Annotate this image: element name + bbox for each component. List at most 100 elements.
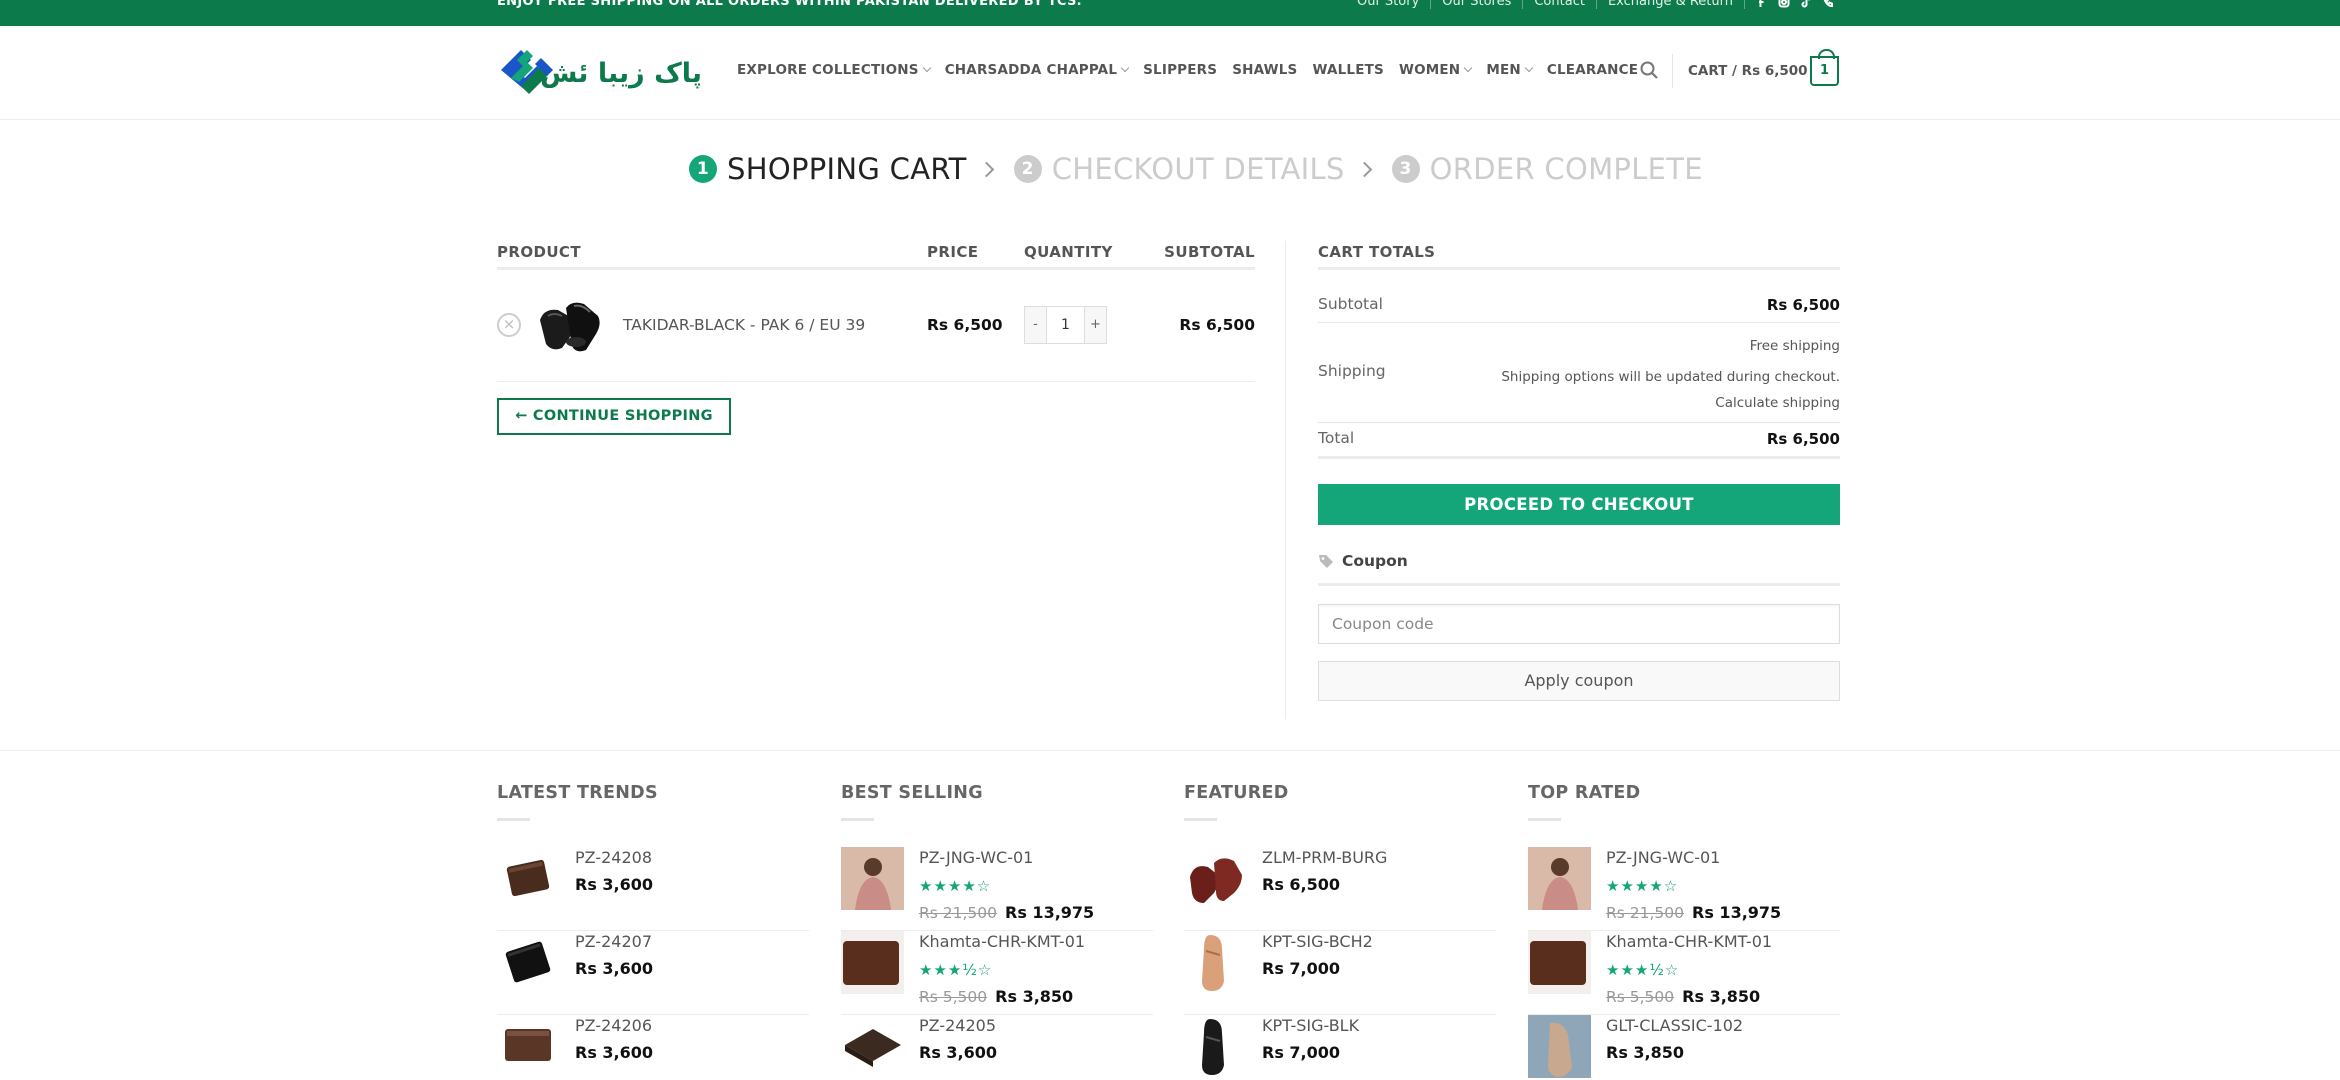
phone-icon[interactable] bbox=[1822, 0, 1834, 8]
list-item[interactable]: ZLM-PRM-BURG Rs 6,500 bbox=[1184, 847, 1496, 931]
product-thumbnail[interactable] bbox=[841, 931, 904, 994]
list-item[interactable]: KPT-SIG-BLK Rs 7,000 bbox=[1184, 1015, 1496, 1080]
product-name[interactable]: PZ-24207 bbox=[575, 932, 652, 951]
apply-coupon-button[interactable]: Apply coupon bbox=[1318, 661, 1840, 701]
list-item[interactable]: KPT-SIG-BCH2 Rs 7,000 bbox=[1184, 931, 1496, 1015]
product-thumbnail[interactable] bbox=[1528, 847, 1591, 910]
step-number: 1 bbox=[689, 155, 717, 183]
product-thumbnail[interactable] bbox=[497, 931, 560, 994]
product-name[interactable]: Khamta-CHR-KMT-01 bbox=[1606, 932, 1772, 951]
nav-slippers[interactable]: SLIPPERS bbox=[1143, 62, 1217, 78]
list-item[interactable]: Khamta-CHR-KMT-01 ★★★½☆ Rs 5,500 Rs 3,850 bbox=[841, 931, 1153, 1015]
nav-label: CHARSADDA CHAPPAL bbox=[944, 62, 1118, 78]
our-stores-link[interactable]: Our Stores bbox=[1442, 0, 1511, 9]
star-rating: ★★★½☆ bbox=[1606, 961, 1680, 979]
current-price: Rs 3,850 bbox=[995, 987, 1074, 1006]
product-name[interactable]: KPT-SIG-BLK bbox=[1262, 1016, 1359, 1035]
qty-decrease-button[interactable]: - bbox=[1024, 306, 1047, 344]
list-item[interactable]: PZ-24205 Rs 3,600 bbox=[841, 1015, 1153, 1080]
list-item[interactable]: Khamta-CHR-KMT-01 ★★★½☆ Rs 5,500 Rs 3,850 bbox=[1528, 931, 1840, 1015]
divider bbox=[1744, 0, 1745, 9]
list-item[interactable]: PZ-JNG-WC-01 ★★★★☆ Rs 21,500 Rs 13,975 bbox=[841, 847, 1153, 931]
qty-increase-button[interactable]: + bbox=[1084, 306, 1107, 344]
list-item[interactable]: PZ-24207 Rs 3,600 bbox=[497, 931, 809, 1015]
product-thumbnail[interactable] bbox=[1184, 931, 1247, 994]
instagram-icon[interactable] bbox=[1778, 0, 1790, 8]
product-name[interactable]: ZLM-PRM-BURG bbox=[1262, 848, 1387, 867]
product-price: Rs 3,850 bbox=[1606, 1043, 1684, 1062]
search-icon[interactable] bbox=[1639, 60, 1659, 80]
nav-clearance[interactable]: CLEARANCE bbox=[1547, 62, 1638, 78]
cart-link[interactable]: CART / Rs 6,500 bbox=[1688, 63, 1808, 79]
widget-top-rated: TOP RATED PZ-JNG-WC-01 ★★★★☆ Rs 21,500 Rs… bbox=[1528, 783, 1840, 1078]
product-name[interactable]: PZ-24205 bbox=[919, 1016, 996, 1035]
product-thumbnail[interactable] bbox=[1528, 931, 1591, 994]
nav-men[interactable]: MEN bbox=[1486, 62, 1534, 78]
column-header-subtotal: SUBTOTAL bbox=[1164, 243, 1255, 261]
site-header: پاک زیبا ئش EXPLORE COLLECTIONS CHARSADD… bbox=[0, 26, 2340, 120]
footer-widgets bbox=[0, 750, 2340, 1080]
list-item[interactable]: PZ-24208 Rs 3,600 bbox=[497, 847, 809, 931]
continue-shopping-button[interactable]: ← CONTINUE SHOPPING bbox=[497, 398, 731, 435]
product-name[interactable]: PZ-24208 bbox=[575, 848, 652, 867]
nav-charsadda-chappal[interactable]: CHARSADDA CHAPPAL bbox=[944, 62, 1130, 78]
list-item[interactable]: PZ-24206 Rs 3,600 bbox=[497, 1015, 809, 1080]
nav-shawls[interactable]: SHAWLS bbox=[1232, 62, 1297, 78]
product-name[interactable]: PZ-JNG-WC-01 bbox=[1606, 848, 1720, 867]
product-name[interactable]: PZ-JNG-WC-01 bbox=[919, 848, 1033, 867]
product-name[interactable]: GLT-CLASSIC-102 bbox=[1606, 1016, 1743, 1035]
product-price: Rs 21,500 Rs 13,975 bbox=[1606, 903, 1781, 922]
calculate-shipping-link[interactable]: Calculate shipping bbox=[1715, 395, 1840, 411]
product-thumbnail[interactable] bbox=[532, 290, 606, 362]
nav-explore-collections[interactable]: EXPLORE COLLECTIONS bbox=[737, 62, 931, 78]
product-thumbnail[interactable] bbox=[841, 847, 904, 910]
divider bbox=[1522, 0, 1524, 9]
product-name[interactable]: KPT-SIG-BCH2 bbox=[1262, 932, 1373, 951]
product-thumbnail[interactable] bbox=[497, 847, 560, 910]
old-price: Rs 5,500 bbox=[1606, 988, 1675, 1006]
our-story-link[interactable]: Our Story bbox=[1357, 0, 1419, 9]
product-name[interactable]: Khamta-CHR-KMT-01 bbox=[919, 932, 1085, 951]
contact-link[interactable]: Contact bbox=[1534, 0, 1585, 9]
top-links: Our Story Our Stores Contact Exchange & … bbox=[1357, 0, 1834, 9]
step-checkout-details[interactable]: 2 CHECKOUT DETAILS bbox=[1013, 152, 1345, 186]
list-item[interactable]: GLT-CLASSIC-102 Rs 3,850 bbox=[1528, 1015, 1840, 1080]
current-price: Rs 7,000 bbox=[1262, 1043, 1341, 1062]
total-label: Total bbox=[1318, 429, 1355, 447]
divider bbox=[1430, 0, 1432, 9]
step-shopping-cart[interactable]: 1 SHOPPING CART bbox=[689, 152, 967, 186]
product-thumbnail[interactable] bbox=[497, 1015, 560, 1078]
nav-wallets[interactable]: WALLETS bbox=[1312, 62, 1384, 78]
current-price: Rs 3,850 bbox=[1606, 1043, 1685, 1062]
facebook-icon[interactable] bbox=[1756, 0, 1768, 8]
product-name[interactable]: PZ-24206 bbox=[575, 1016, 652, 1035]
nav-label: WOMEN bbox=[1398, 62, 1461, 78]
proceed-to-checkout-button[interactable]: PROCEED TO CHECKOUT bbox=[1318, 484, 1840, 525]
cart-totals-title: CART TOTALS bbox=[1318, 243, 1436, 261]
divider bbox=[1595, 0, 1597, 9]
exchange-return-link[interactable]: Exchange & Return bbox=[1608, 0, 1733, 9]
divider bbox=[1318, 322, 1840, 323]
tiktok-icon[interactable] bbox=[1800, 0, 1812, 8]
nav-women[interactable]: WOMEN bbox=[1398, 62, 1473, 78]
widget-title: LATEST TRENDS bbox=[497, 783, 658, 803]
total-value: Rs 6,500 bbox=[1766, 430, 1840, 448]
product-thumbnail[interactable] bbox=[841, 1015, 904, 1078]
current-price: Rs 3,850 bbox=[1682, 987, 1761, 1006]
cart-count-badge[interactable]: 1 bbox=[1810, 49, 1839, 86]
pak-zebaish-logo[interactable]: پاک زیبا ئش bbox=[497, 44, 707, 100]
qty-input[interactable]: 1 bbox=[1047, 306, 1084, 344]
nav-label: EXPLORE COLLECTIONS bbox=[737, 62, 919, 78]
product-thumbnail[interactable] bbox=[1184, 1015, 1247, 1078]
product-thumbnail[interactable] bbox=[1528, 1015, 1591, 1078]
cart-product-name[interactable]: TAKIDAR-BLACK - PAK 6 / EU 39 bbox=[623, 316, 865, 334]
star-rating: ★★★½☆ bbox=[919, 961, 993, 979]
column-divider bbox=[1285, 241, 1286, 719]
coupon-code-input[interactable] bbox=[1318, 604, 1840, 644]
product-list: PZ-24208 Rs 3,600 PZ-24207 Rs 3,600 PZ-2… bbox=[497, 847, 809, 1080]
list-item[interactable]: PZ-JNG-WC-01 ★★★★☆ Rs 21,500 Rs 13,975 bbox=[1528, 847, 1840, 931]
remove-item-button[interactable]: × bbox=[497, 313, 521, 337]
divider bbox=[1318, 422, 1840, 423]
coupon-heading-label: Coupon bbox=[1342, 552, 1408, 570]
product-thumbnail[interactable] bbox=[1184, 847, 1247, 910]
